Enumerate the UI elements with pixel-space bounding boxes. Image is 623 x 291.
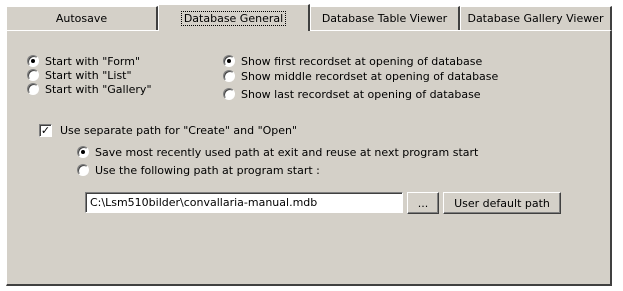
tab-panel: Start with "Form" Start with "List" Star… [6,30,612,286]
radio-save-recent-path[interactable]: Save most recently used path at exit and… [77,145,478,159]
radio-label: Show last recordset at opening of databa… [241,87,481,101]
tab-database-table-viewer[interactable]: Database Table Viewer [310,6,460,30]
radio-start-list[interactable]: Start with "List" [27,68,132,82]
radio-label: Start with "Form" [45,54,141,68]
radio-button[interactable] [27,55,39,67]
radio-label: Use the following path at program start … [95,163,320,177]
browse-button-label: ... [417,196,429,210]
tab-label: Database Table Viewer [321,12,448,25]
radio-button[interactable] [27,69,39,81]
radio-start-form[interactable]: Start with "Form" [27,54,140,68]
radio-button[interactable] [223,88,235,100]
radio-button[interactable] [27,83,39,95]
user-default-path-label: User default path [454,196,550,210]
radio-middle-recordset[interactable]: Show middle recordset at opening of data… [223,69,498,83]
radio-last-recordset[interactable]: Show last recordset at opening of databa… [223,87,481,101]
radio-label: Start with "Gallery" [45,82,152,96]
radio-button[interactable] [77,164,89,176]
tab-autosave[interactable]: Autosave [6,6,158,30]
radio-button[interactable] [77,146,89,158]
tab-label: Database General [180,10,287,26]
checkbox-label: Use separate path for "Create" and "Open… [60,123,298,137]
tab-label: Database Gallery Viewer [467,12,604,25]
user-default-path-button[interactable]: User default path [443,192,561,214]
radio-label: Show middle recordset at opening of data… [241,69,499,83]
tab-database-gallery-viewer[interactable]: Database Gallery Viewer [460,6,612,30]
radio-label: Save most recently used path at exit and… [95,145,479,159]
browse-button[interactable]: ... [407,192,439,214]
radio-button[interactable] [223,55,235,67]
separate-path-checkbox-row[interactable]: ✓ Use separate path for "Create" and "Op… [39,123,297,137]
path-input[interactable] [85,192,403,213]
radio-button[interactable] [223,70,235,82]
tab-label: Autosave [55,12,108,25]
radio-use-following-path[interactable]: Use the following path at program start … [77,163,320,177]
radio-start-gallery[interactable]: Start with "Gallery" [27,82,152,96]
radio-label: Show first recordset at opening of datab… [241,54,483,68]
radio-label: Start with "List" [45,68,132,82]
tab-database-general[interactable]: Database General [158,4,310,31]
radio-first-recordset[interactable]: Show first recordset at opening of datab… [223,54,482,68]
separate-path-checkbox[interactable]: ✓ [39,123,52,137]
